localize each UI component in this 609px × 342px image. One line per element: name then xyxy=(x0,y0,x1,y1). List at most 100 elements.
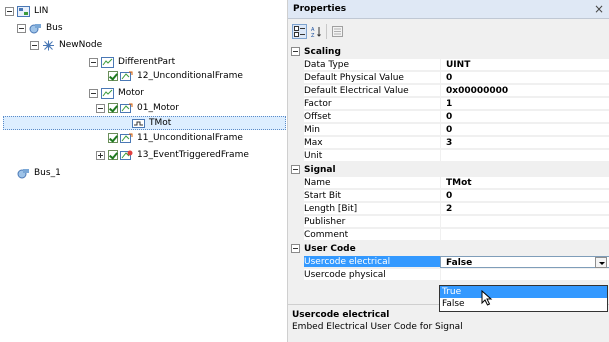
dropdown-option-true[interactable]: True xyxy=(440,286,607,298)
property-row-max[interactable]: Max 3 xyxy=(288,137,609,149)
property-pages-button[interactable] xyxy=(330,24,345,39)
collapse-icon[interactable] xyxy=(291,47,300,56)
property-row-usercode-electrical[interactable]: Usercode electrical False xyxy=(288,256,609,268)
expand-icon[interactable] xyxy=(96,150,105,160)
property-row-default-physical-value[interactable]: Default Physical Value 0 xyxy=(288,72,609,84)
collapse-icon[interactable] xyxy=(96,103,105,113)
usercode-dropdown-list: True False xyxy=(439,285,608,312)
property-value[interactable]: 0 xyxy=(440,72,609,84)
panel-title: Properties xyxy=(293,4,347,14)
property-row-name[interactable]: Name TMot xyxy=(288,177,609,189)
toolbar-separator xyxy=(326,24,327,39)
property-name: Max xyxy=(304,137,440,149)
properties-toolbar: A Z xyxy=(288,19,609,44)
tree-node-tmot[interactable]: TMot xyxy=(3,116,286,130)
enabled-checkbox[interactable] xyxy=(108,103,118,113)
enabled-checkbox[interactable] xyxy=(108,133,118,143)
bus-icon xyxy=(17,168,29,178)
tree-node-bus-1[interactable]: Bus_1 xyxy=(17,166,61,180)
property-name: Length [Bit] xyxy=(304,203,440,215)
categorized-icon xyxy=(294,26,305,37)
property-value[interactable]: 0 xyxy=(440,124,609,136)
property-value[interactable]: 1 xyxy=(440,98,609,110)
category-user-code[interactable]: User Code xyxy=(288,243,609,255)
property-value[interactable] xyxy=(440,229,609,241)
collapse-icon[interactable] xyxy=(30,40,39,50)
property-row-comment[interactable]: Comment xyxy=(288,229,609,241)
property-value[interactable]: 2 xyxy=(440,203,609,215)
property-value[interactable]: TMot xyxy=(440,177,609,189)
property-name: Comment xyxy=(304,229,440,241)
tree-label: DifferentPart xyxy=(118,57,176,67)
tree-node-frame-12[interactable]: 12_UnconditionalFrame xyxy=(108,69,243,83)
tree-node-motor-01[interactable]: 01_Motor xyxy=(96,101,179,115)
properties-title-bar: Properties × xyxy=(288,0,609,19)
enabled-checkbox[interactable] xyxy=(108,71,118,81)
category-signal[interactable]: Signal xyxy=(288,164,609,176)
folder-frame-icon xyxy=(101,87,114,99)
property-row-default-electrical-value[interactable]: Default Electrical Value 0x00000000 xyxy=(288,85,609,97)
categorized-view-button[interactable] xyxy=(292,24,307,39)
tree-node-frame-13[interactable]: 13_EventTriggeredFrame xyxy=(96,148,249,162)
property-row-data-type[interactable]: Data Type UINT xyxy=(288,59,609,71)
collapse-icon[interactable] xyxy=(89,57,98,67)
signal-icon xyxy=(132,118,145,128)
tree-node-lin[interactable]: LIN xyxy=(5,4,48,18)
close-icon[interactable]: × xyxy=(594,2,604,16)
unconditional-frame-icon xyxy=(120,71,133,81)
tree-label: Motor xyxy=(118,88,145,98)
collapse-icon[interactable] xyxy=(89,88,98,98)
property-value[interactable]: 0x00000000 xyxy=(440,85,609,97)
description-title: Usercode electrical xyxy=(292,310,390,320)
property-value[interactable]: 3 xyxy=(440,137,609,149)
description-text: Embed Electrical User Code for Signal xyxy=(292,322,463,332)
dropdown-arrow-button[interactable] xyxy=(595,257,607,268)
tree-node-differentpart[interactable]: DifferentPart xyxy=(89,55,175,69)
tree-label: Bus_1 xyxy=(34,168,61,178)
alphabetical-view-button[interactable]: A Z xyxy=(309,24,324,39)
property-value[interactable] xyxy=(440,150,609,162)
property-name: Min xyxy=(304,124,440,136)
property-row-publisher[interactable]: Publisher xyxy=(288,216,609,228)
collapse-icon[interactable] xyxy=(5,6,14,16)
tree-node-motor[interactable]: Motor xyxy=(89,86,144,100)
property-row-min[interactable]: Min 0 xyxy=(288,124,609,136)
property-name: Offset xyxy=(304,111,440,123)
property-value[interactable] xyxy=(440,216,609,228)
dropdown-option-false[interactable]: False xyxy=(440,298,607,310)
property-value[interactable]: 0 xyxy=(440,111,609,123)
property-name: Unit xyxy=(304,150,440,162)
tree-label: NewNode xyxy=(59,40,103,50)
property-name: Name xyxy=(304,177,440,189)
property-value[interactable] xyxy=(440,269,609,281)
property-row-length-bit[interactable]: Length [Bit] 2 xyxy=(288,203,609,215)
tree-node-newnode[interactable]: NewNode xyxy=(30,38,102,52)
category-scaling[interactable]: Scaling xyxy=(288,46,609,58)
property-value[interactable]: UINT xyxy=(440,59,609,71)
property-row-start-bit[interactable]: Start Bit 0 xyxy=(288,190,609,202)
usercode-electrical-select[interactable]: False xyxy=(440,256,609,268)
property-name: Default Electrical Value xyxy=(304,85,440,97)
tree-label: 13_EventTriggeredFrame xyxy=(137,150,249,160)
property-row-unit[interactable]: Unit xyxy=(288,150,609,162)
tree-label: 11_UnconditionalFrame xyxy=(137,133,243,143)
property-name: Factor xyxy=(304,98,440,110)
collapse-icon[interactable] xyxy=(17,23,26,33)
bus-icon xyxy=(29,23,41,33)
tree-label: TMot xyxy=(149,118,172,128)
property-pages-icon xyxy=(332,26,343,37)
tree-node-frame-11[interactable]: 11_UnconditionalFrame xyxy=(108,131,243,145)
property-row-factor[interactable]: Factor 1 xyxy=(288,98,609,110)
tree-label: Bus xyxy=(46,23,63,33)
enabled-checkbox[interactable] xyxy=(108,150,118,160)
collapse-icon[interactable] xyxy=(291,244,300,253)
category-label: Signal xyxy=(304,165,336,175)
property-row-usercode-physical[interactable]: Usercode physical xyxy=(288,269,609,281)
lin-network-icon xyxy=(17,5,30,17)
property-row-offset[interactable]: Offset 0 xyxy=(288,111,609,123)
tree-node-bus[interactable]: Bus xyxy=(17,21,63,35)
property-value[interactable]: 0 xyxy=(440,190,609,202)
collapse-icon[interactable] xyxy=(291,165,300,174)
svg-text:Z: Z xyxy=(311,33,315,37)
tree-label: LIN xyxy=(34,6,49,16)
